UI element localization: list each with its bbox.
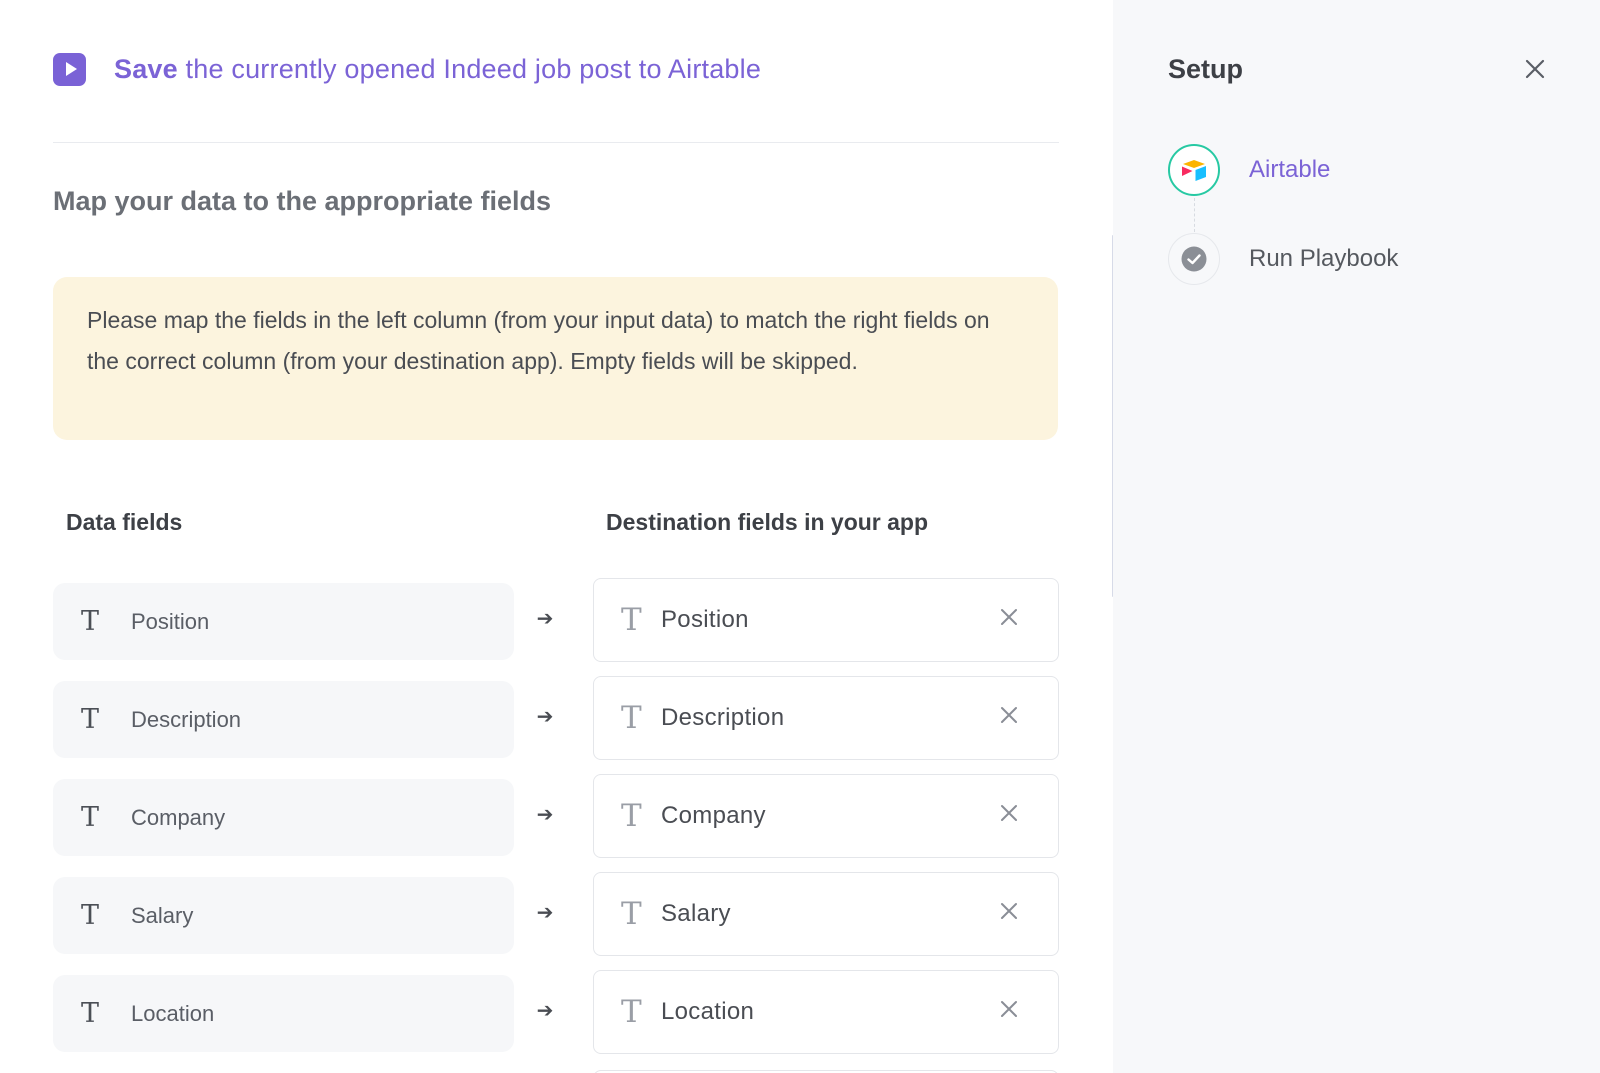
arrow-right-icon: ➔ — [536, 804, 554, 826]
destination-field-label: Position — [661, 606, 749, 633]
source-field-label: Location — [131, 1000, 215, 1026]
destination-field[interactable]: T Location — [593, 970, 1059, 1054]
arrow-right-icon: ➔ — [536, 706, 554, 728]
text-type-icon: T — [621, 602, 642, 638]
step-connector — [1194, 198, 1195, 232]
header-divider — [53, 142, 1059, 143]
destination-field-label: Location — [661, 998, 755, 1025]
step-airtable[interactable]: Airtable — [1168, 144, 1330, 196]
destination-field[interactable]: T Position — [593, 578, 1059, 662]
mapping-notice: Please map the fields in the left column… — [53, 277, 1058, 440]
destination-field[interactable]: T Company — [593, 774, 1059, 858]
destination-field[interactable]: T Description — [593, 676, 1059, 760]
title-rest: the currently opened Indeed job post to … — [177, 53, 762, 84]
source-field-label: Company — [131, 804, 226, 830]
airtable-logo-icon — [1168, 144, 1220, 196]
step-label: Airtable — [1249, 156, 1331, 183]
main-panel: Save the currently opened Indeed job pos… — [0, 0, 1113, 1073]
mapping-row: T Salary ➔ T Salary — [53, 872, 1059, 956]
source-field-label: Position — [131, 608, 210, 634]
play-icon — [53, 52, 86, 86]
text-type-icon: T — [81, 900, 100, 931]
destination-field-label: Company — [661, 802, 766, 829]
setup-title: Setup — [1168, 54, 1244, 84]
clear-icon[interactable] — [997, 703, 1021, 727]
step-label: Run Playbook — [1249, 245, 1399, 272]
clear-icon[interactable] — [997, 801, 1021, 825]
destination-field-label: Salary — [661, 900, 731, 927]
step-run-playbook[interactable]: Run Playbook — [1168, 233, 1398, 285]
text-type-icon: T — [81, 802, 100, 833]
arrow-right-icon: ➔ — [536, 1000, 554, 1022]
text-type-icon: T — [81, 606, 100, 637]
check-circle-icon — [1168, 233, 1220, 285]
destination-field-label: Description — [661, 704, 785, 731]
destination-fields-heading: Destination fields in your app — [606, 509, 929, 535]
text-type-icon: T — [81, 704, 100, 735]
section-title: Map your data to the appropriate fields — [53, 186, 552, 216]
setup-panel: Setup Airtable Run Playbook — [1113, 0, 1600, 1073]
source-field: T Description — [53, 681, 514, 758]
data-fields-heading: Data fields — [66, 509, 183, 535]
source-field: T Position — [53, 583, 514, 660]
clear-icon[interactable] — [997, 605, 1021, 629]
clear-icon[interactable] — [997, 997, 1021, 1021]
text-type-icon: T — [621, 798, 642, 834]
arrow-right-icon: ➔ — [536, 902, 554, 924]
text-type-icon: T — [621, 700, 642, 736]
arrow-right-icon: ➔ — [536, 608, 554, 630]
mapping-row: T Description ➔ T Description — [53, 676, 1059, 760]
mapping-row: T Company ➔ T Company — [53, 774, 1059, 858]
close-icon[interactable] — [1522, 56, 1548, 82]
clear-icon[interactable] — [997, 899, 1021, 923]
destination-field[interactable]: T Salary — [593, 872, 1059, 956]
header: Save the currently opened Indeed job pos… — [53, 52, 761, 86]
source-field-label: Salary — [131, 902, 194, 928]
source-field: T Location — [53, 975, 514, 1052]
text-type-icon: T — [621, 896, 642, 932]
title-strong: Save — [114, 53, 178, 84]
source-field: T Salary — [53, 877, 514, 954]
text-type-icon: T — [81, 998, 100, 1029]
mapping-list: T Position ➔ T Position T Description ➔ … — [53, 578, 1059, 1068]
page-title: Save the currently opened Indeed job pos… — [114, 54, 761, 85]
source-field-label: Description — [131, 706, 242, 732]
mapping-row: T Position ➔ T Position — [53, 578, 1059, 662]
source-field: T Company — [53, 779, 514, 856]
mapping-row: T Location ➔ T Location — [53, 970, 1059, 1054]
text-type-icon: T — [621, 994, 642, 1030]
